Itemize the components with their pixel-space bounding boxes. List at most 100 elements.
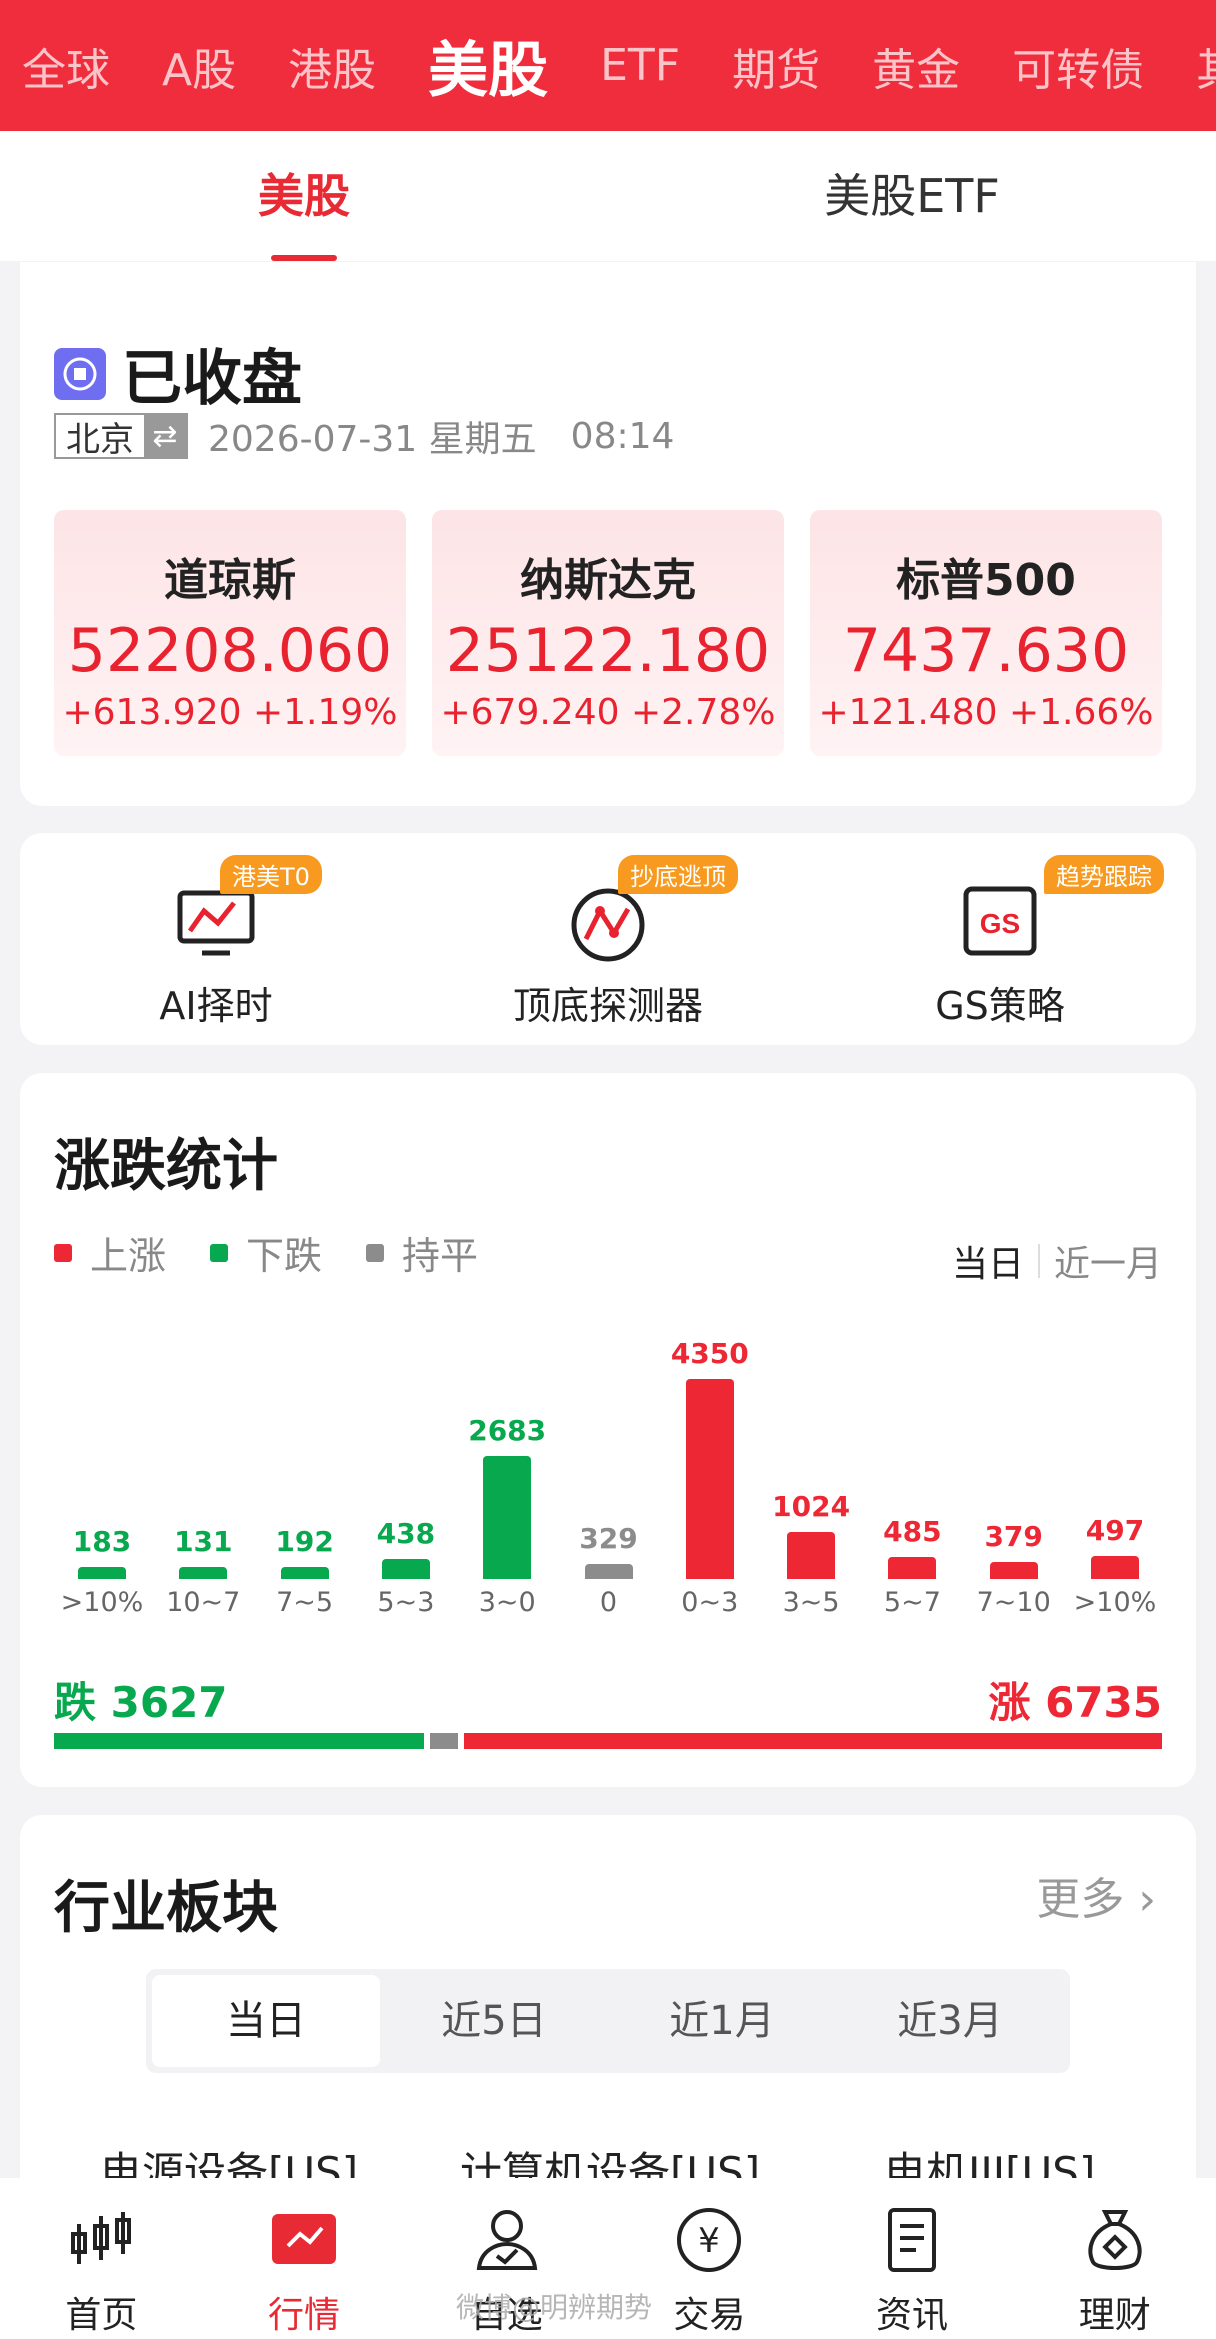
tool-gs-strategy[interactable]: GS 趋势跟踪 GS策略 (804, 833, 1196, 1045)
index-card-dow[interactable]: 道琼斯 52208.060 +613.920 +1.19% (54, 510, 406, 756)
tool-label: AI择时 (159, 984, 273, 1028)
nav-label: 理财 (1078, 2295, 1151, 2336)
period-3m[interactable]: 近3月 (836, 1975, 1064, 2067)
bar-category-label: 3~0 (478, 1587, 536, 1618)
market-tab-convertible[interactable]: 可转债 (1012, 34, 1144, 98)
market-chart-icon (272, 2214, 336, 2264)
chevron-right-icon: › (1138, 1874, 1156, 1925)
nav-news[interactable]: 资讯 (811, 2178, 1014, 2339)
bar-value-label: 192 (275, 1525, 334, 1558)
bar-category-label: 3~5 (782, 1587, 840, 1618)
time-meta: 北京 ⇄ 2026-07-31 星期五 08:14 (54, 410, 674, 462)
more-link[interactable]: 更多 › (1036, 1863, 1156, 1927)
bar-value-label: 379 (984, 1519, 1043, 1553)
market-status-text: 已收盘 (122, 344, 302, 414)
bar-category-label: 5~3 (377, 1587, 435, 1618)
market-tab-gold[interactable]: 黄金 (872, 34, 960, 98)
svg-text:GS: GS (980, 908, 1020, 939)
closed-status-icon (54, 347, 106, 400)
index-change: +121.480 +1.66% (818, 692, 1154, 733)
market-overview-card: 已收盘 北京 ⇄ 2026-07-31 星期五 08:14 道琼斯 52208.… (20, 262, 1196, 806)
index-card-nasdaq[interactable]: 纳斯达克 25122.180 +679.240 +2.78% (432, 510, 784, 756)
bar-value-label: 485 (883, 1514, 942, 1548)
nav-label: 行情 (268, 2295, 341, 2336)
section-title: 行业板块 (54, 1876, 278, 1941)
flat-segment (429, 1733, 458, 1749)
rise-count: 涨 6735 (988, 1678, 1162, 1727)
tab-us-stocks[interactable]: 美股 (0, 131, 608, 261)
bar-value-label: 329 (579, 1521, 638, 1555)
market-tab-futures[interactable]: 期货 (732, 34, 820, 98)
market-tab-global[interactable]: 全球 (22, 34, 110, 98)
fall-count: 跌 3627 (54, 1678, 228, 1727)
timezone-switch[interactable]: 北京 ⇄ (54, 413, 188, 460)
index-cards: 道琼斯 52208.060 +613.920 +1.19% 纳斯达克 25122… (54, 510, 1162, 756)
market-tab-hk[interactable]: 港股 (288, 34, 376, 98)
chart-bar (989, 1561, 1038, 1579)
yuan-coin-icon: ¥ (677, 2208, 742, 2272)
period-tabs: 当日 近5日 近1月 近3月 (146, 1969, 1070, 2073)
chart-bar (280, 1567, 329, 1579)
bar-category-label: >10% (60, 1587, 144, 1618)
bar-value-label: 183 (72, 1525, 132, 1558)
market-tab-a-share[interactable]: A股 (162, 34, 236, 98)
chart-bar (584, 1563, 633, 1579)
nav-market[interactable]: 行情 (203, 2178, 406, 2339)
market-tab-us[interactable]: 美股 (428, 22, 548, 109)
index-value: 52208.060 (67, 616, 393, 686)
tool-top-bottom-detector[interactable]: 抄底逃顶 顶底探测器 (412, 833, 804, 1045)
index-name: 标普500 (896, 555, 1076, 606)
tool-ai-timing[interactable]: 港美T0 AI择时 (20, 833, 412, 1045)
index-name: 纳斯达克 (520, 555, 696, 606)
city-label: 北京 (66, 419, 134, 460)
industry-card: 行业板块 更多 › 当日 近5日 近1月 近3月 电源设备[US] 计算机设备[… (20, 1815, 1196, 2215)
chart-bar (381, 1558, 430, 1579)
money-bag-icon (1088, 2210, 1142, 2270)
watermark: 微博@明辨期势 (456, 2291, 653, 2324)
chart-bar (179, 1567, 228, 1579)
chart-bar (787, 1531, 836, 1579)
nav-home[interactable]: 首页 (0, 2178, 203, 2339)
bar-value-label: 131 (174, 1525, 233, 1558)
fall-segment (54, 1733, 424, 1749)
market-tab-other[interactable]: 其 (1196, 34, 1216, 98)
rise-segment (463, 1733, 1162, 1749)
index-card-sp500[interactable]: 标普500 7437.630 +121.480 +1.66% (810, 510, 1162, 756)
bar-category-label: 7~5 (276, 1587, 334, 1618)
tool-label: GS策略 (935, 984, 1065, 1028)
tab-us-etf[interactable]: 美股ETF (608, 131, 1216, 261)
bar-value-label: 2683 (468, 1413, 547, 1447)
period-5d[interactable]: 近5日 (380, 1975, 608, 2067)
tool-badge: 港美T0 (220, 855, 322, 894)
rise-fall-stats-card: 涨跌统计 上涨 下跌 持平 当日 近一月 183 >10% 131 10~7 192 7~… (20, 1073, 1196, 1787)
index-change: +613.920 +1.19% (62, 692, 398, 733)
index-change: +679.240 +2.78% (440, 692, 776, 733)
svg-text:¥: ¥ (699, 2221, 721, 2261)
tools-card: 港美T0 AI择时 抄底逃顶 顶底探测器 GS 趋势跟踪 GS策略 (20, 833, 1196, 1045)
document-icon (888, 2208, 937, 2272)
period-1m[interactable]: 近1月 (608, 1975, 836, 2067)
chart-bar (78, 1567, 126, 1579)
chart-bar (483, 1455, 532, 1579)
market-tabs: 全球 A股 港股 美股 ETF 期货 黄金 可转债 其 (0, 0, 1216, 131)
bar-category-label: 0 (599, 1587, 618, 1618)
bar-category-label: 7~10 (976, 1587, 1051, 1618)
chart-bar (888, 1556, 937, 1579)
nav-label: 首页 (65, 2295, 138, 2336)
user-check-icon (476, 2210, 537, 2270)
chart-bar (685, 1379, 734, 1579)
market-status: 已收盘 (54, 330, 302, 417)
period-today[interactable]: 当日 (152, 1975, 380, 2067)
market-tab-etf[interactable]: ETF (600, 40, 680, 91)
bar-value-label: 438 (376, 1516, 436, 1550)
bar-value-label: 1024 (772, 1489, 851, 1523)
tool-badge: 趋势跟踪 (1044, 855, 1164, 894)
tool-badge: 抄底逃顶 (618, 855, 738, 894)
swap-icon: ⇄ (144, 415, 186, 457)
nav-wealth[interactable]: 理财 (1013, 2178, 1216, 2339)
index-value: 25122.180 (445, 616, 771, 686)
bar-value-label: 4350 (670, 1337, 749, 1370)
candlestick-icon (71, 2212, 132, 2264)
bar-category-label: 0~3 (681, 1587, 739, 1618)
time-text: 08:14 (570, 415, 675, 457)
